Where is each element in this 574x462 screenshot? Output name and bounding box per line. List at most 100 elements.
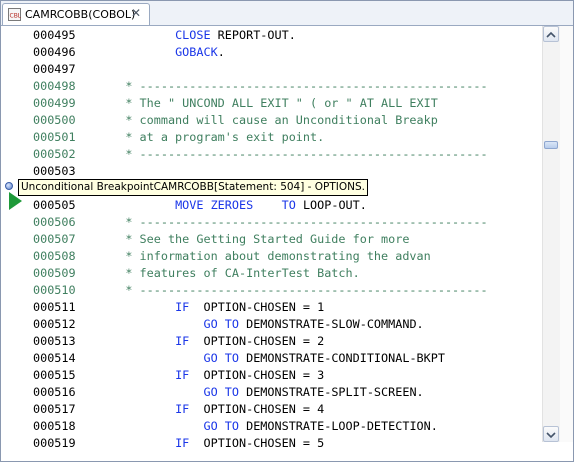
cobol-keyword: GO TO — [203, 351, 239, 365]
code-line[interactable]: 000499 * The " UNCOND ALL EXIT " ( or " … — [33, 95, 438, 112]
tab-bar: CBL CAMRCOBB(COBOL) ✕ — [1, 1, 573, 26]
line-number: 000506 — [33, 215, 76, 229]
code-line[interactable]: 000516 GO TO DEMONSTRATE-SPLIT-SCREEN. — [33, 384, 424, 401]
code-line[interactable]: 000501 * at a program's exit point. — [33, 129, 324, 146]
code-comment: * --------------------------------------… — [125, 215, 488, 229]
line-number: 000512 — [33, 317, 76, 331]
code-comment: * The " UNCOND ALL EXIT " ( or " AT ALL … — [125, 96, 438, 110]
code-line[interactable]: 000503 — [33, 163, 76, 180]
code-line[interactable]: 000518 GO TO DEMONSTRATE-LOOP-DETECTION. — [33, 418, 438, 435]
code-line[interactable]: 000497 — [33, 61, 76, 78]
line-number: 000499 — [33, 96, 76, 110]
cobol-keyword: CLOSE — [175, 28, 211, 42]
cobol-keyword: IF — [175, 334, 190, 348]
code-line[interactable]: 000510 * -------------------------------… — [33, 282, 488, 299]
cobol-keyword: IF — [175, 300, 190, 314]
code-text: . — [217, 45, 225, 59]
line-number: 000505 — [33, 198, 76, 212]
line-number: 000511 — [33, 300, 76, 314]
line-number: 000502 — [33, 147, 76, 161]
line-number: 000518 — [33, 419, 76, 433]
code-line[interactable]: 000502 * -------------------------------… — [33, 146, 488, 163]
code-line[interactable]: 000505 MOVE ZEROES TO LOOP-OUT. — [33, 197, 367, 214]
line-number: 000519 — [33, 436, 76, 450]
cobol-keyword: IF — [175, 368, 190, 382]
overview-ruler[interactable] — [560, 26, 573, 442]
code-comment: * at a program's exit point. — [125, 130, 325, 144]
code-line[interactable]: 000508 * information about demonstrating… — [33, 248, 431, 265]
scroll-thumb[interactable] — [544, 141, 558, 149]
line-number: 000516 — [33, 385, 76, 399]
line-number: 000503 — [33, 164, 76, 178]
breakpoint-gutter[interactable] — [1, 26, 23, 460]
code-line[interactable]: 000496 GOBACK. — [33, 44, 225, 61]
scroll-down-button[interactable] — [543, 426, 559, 442]
breakpoint-icon[interactable] — [5, 182, 13, 190]
code-line[interactable]: 000511 IF OPTION-CHOSEN = 1 — [33, 299, 324, 316]
code-line[interactable]: 000519 IF OPTION-CHOSEN = 5 — [33, 435, 324, 452]
code-text: OPTION-CHOSEN = 4 — [189, 402, 325, 416]
code-line[interactable]: 000498 * -------------------------------… — [33, 78, 488, 95]
code-line[interactable]: 000517 IF OPTION-CHOSEN = 4 — [33, 401, 324, 418]
code-comment: * information about demonstrating the ad… — [125, 249, 431, 263]
line-number: 000507 — [33, 232, 76, 246]
code-line[interactable]: 000515 IF OPTION-CHOSEN = 3 — [33, 367, 324, 384]
code-comment: * features of CA-InterTest Batch. — [125, 266, 360, 280]
code-line[interactable]: 000512 GO TO DEMONSTRATE-SLOW-COMMAND. — [33, 316, 424, 333]
chevron-up-icon — [546, 31, 556, 38]
close-icon[interactable]: ✕ — [131, 6, 141, 20]
breakpoint-tooltip: Unconditional BreakpointCAMRCOBB[Stateme… — [18, 179, 369, 196]
code-line[interactable]: 000514 GO TO DEMONSTRATE-CONDITIONAL-BKP… — [33, 350, 445, 367]
code-line[interactable]: 000509 * features of CA-InterTest Batch. — [33, 265, 360, 282]
cobol-keyword: IF — [175, 436, 190, 450]
tab-camrcobb[interactable]: CBL CAMRCOBB(COBOL) ✕ — [2, 3, 150, 25]
line-number: 000509 — [33, 266, 76, 280]
line-number: 000497 — [33, 62, 76, 76]
code-line[interactable]: 000507 * See the Getting Started Guide f… — [33, 231, 409, 248]
tab-title: CAMRCOBB(COBOL) — [25, 8, 136, 21]
line-number: 000498 — [33, 79, 76, 93]
code-text: REPORT-OUT. — [210, 28, 296, 42]
line-number: 000500 — [33, 113, 76, 127]
code-comment: * --------------------------------------… — [125, 147, 488, 161]
code-line[interactable]: 000500 * command will cause an Unconditi… — [33, 112, 438, 129]
code-text: OPTION-CHOSEN = 2 — [189, 334, 325, 348]
line-number: 000513 — [33, 334, 76, 348]
code-line[interactable]: 000513 IF OPTION-CHOSEN = 2 — [33, 333, 324, 350]
code-text: DEMONSTRATE-SLOW-COMMAND. — [238, 317, 424, 331]
svg-text:CBL: CBL — [10, 13, 22, 20]
code-line[interactable]: 000506 * -------------------------------… — [33, 214, 488, 231]
line-number: 000515 — [33, 368, 76, 382]
code-text: DEMONSTRATE-SPLIT-SCREEN. — [238, 385, 424, 399]
code-text: LOOP-OUT. — [295, 198, 367, 212]
code-line[interactable]: 000495 CLOSE REPORT-OUT. — [33, 27, 296, 44]
line-number: 000517 — [33, 402, 76, 416]
cobol-keyword: GO TO — [203, 317, 239, 331]
code-comment: * --------------------------------------… — [125, 283, 488, 297]
chevron-down-icon — [546, 432, 556, 439]
cobol-keyword: GO TO — [203, 419, 239, 433]
code-text: DEMONSTRATE-LOOP-DETECTION. — [238, 419, 438, 433]
code-comment: * command will cause an Unconditional Br… — [125, 113, 438, 127]
code-comment: * See the Getting Started Guide for more — [125, 232, 410, 246]
vertical-scrollbar[interactable] — [542, 26, 560, 442]
cobol-keyword: TO — [281, 198, 296, 212]
line-number: 000496 — [33, 45, 76, 59]
code-editor[interactable]: 000495 CLOSE REPORT-OUT. 000496 GOBACK. 00… — [1, 26, 541, 460]
scroll-up-button[interactable] — [543, 26, 559, 42]
code-text: OPTION-CHOSEN = 3 — [189, 368, 325, 382]
